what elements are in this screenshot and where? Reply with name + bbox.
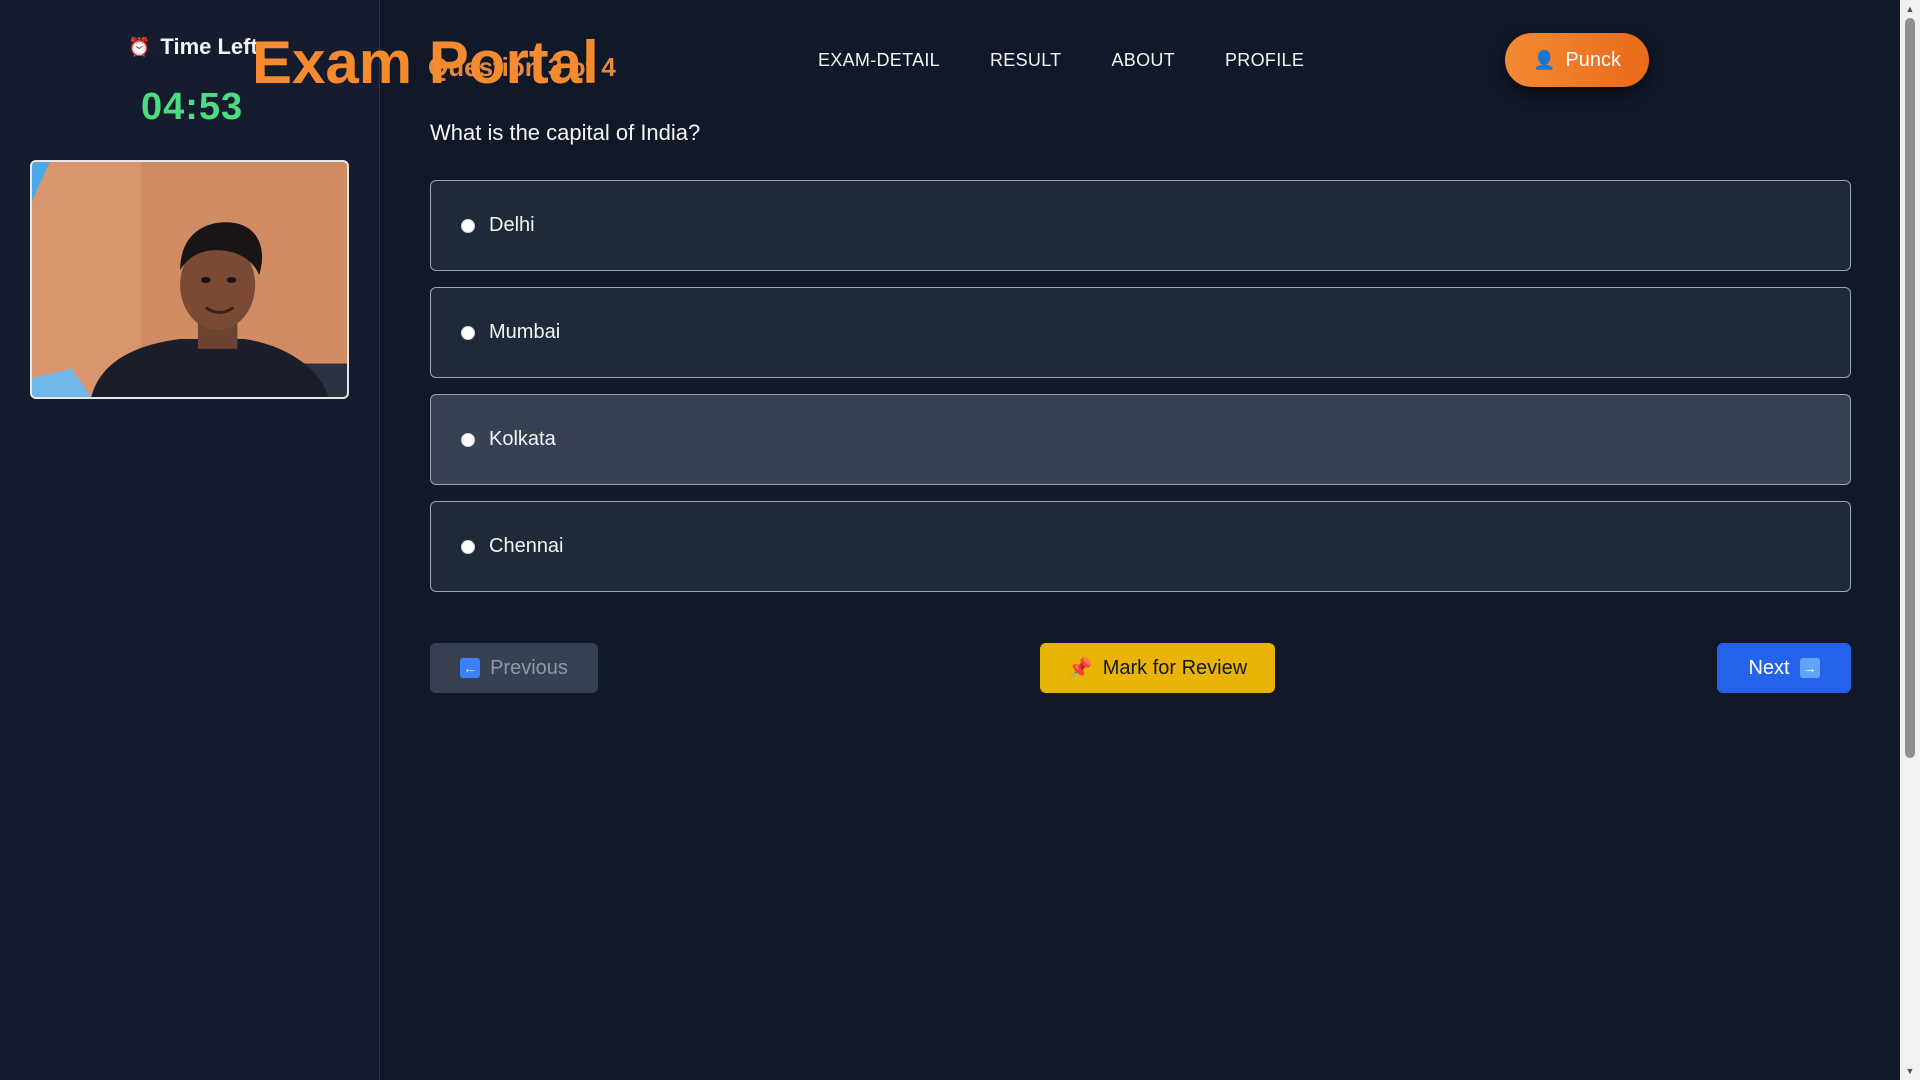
option-radio[interactable] [461, 218, 475, 233]
arrow-right-icon: → [1799, 658, 1820, 678]
sidebar: ⏰ Time Left 04:53 [0, 0, 380, 1080]
previous-label: Previous [490, 656, 568, 679]
nav-item-result[interactable]: RESULT [990, 50, 1061, 71]
user-icon: 👤 [1532, 49, 1556, 70]
option-mumbai[interactable]: Mumbai [430, 287, 1851, 378]
timer-label-text: Time Left [160, 34, 258, 59]
next-label: Next [1748, 656, 1790, 679]
mark-for-review-button[interactable]: 📌 Mark for Review [1040, 643, 1275, 693]
option-label: Chennai [489, 535, 564, 557]
brand-title: Exam Portal [252, 29, 599, 96]
exam-page: ⏰ Time Left 04:53 Question 3 of 4 Exam P… [0, 0, 1920, 1080]
pin-icon: 📌 [1067, 657, 1093, 680]
option-label: Kolkata [489, 428, 556, 450]
review-label: Mark for Review [1102, 656, 1248, 679]
option-radio[interactable] [461, 325, 475, 340]
alarm-clock-icon: ⏰ [128, 36, 151, 57]
main-nav: EXAM-DETAIL RESULT ABOUT PROFILE [818, 50, 1304, 71]
option-label: Mumbai [489, 321, 561, 343]
webcam-feed [30, 160, 349, 399]
scroll-down-icon[interactable]: ▼ [1904, 1066, 1916, 1076]
option-kolkata[interactable]: Kolkata [430, 394, 1851, 485]
question-text: What is the capital of India? [430, 120, 701, 145]
option-delhi[interactable]: Delhi [430, 180, 1851, 271]
user-name: Punck [1565, 48, 1621, 71]
vertical-scrollbar[interactable]: ▲ ▼ [1900, 0, 1920, 1080]
scroll-up-icon[interactable]: ▲ [1904, 4, 1916, 14]
timer-label: ⏰ Time Left [128, 34, 258, 60]
arrow-left-icon: ← [460, 658, 481, 678]
timer-value: 04:53 [141, 86, 244, 128]
option-label: Delhi [489, 214, 535, 236]
previous-button[interactable]: ← Previous [430, 643, 598, 693]
next-button[interactable]: Next → [1717, 643, 1851, 693]
option-radio[interactable] [461, 432, 475, 447]
scrollbar-thumb[interactable] [1905, 18, 1915, 758]
webcam-image [32, 162, 347, 397]
answer-options: Delhi Mumbai Kolkata Chennai [430, 180, 1851, 592]
user-profile-button[interactable]: 👤 Punck [1505, 33, 1649, 87]
option-radio[interactable] [461, 539, 475, 554]
option-chennai[interactable]: Chennai [430, 501, 1851, 592]
nav-item-profile[interactable]: PROFILE [1225, 50, 1304, 71]
nav-item-exam-detail[interactable]: EXAM-DETAIL [818, 50, 940, 71]
nav-item-about[interactable]: ABOUT [1111, 50, 1175, 71]
